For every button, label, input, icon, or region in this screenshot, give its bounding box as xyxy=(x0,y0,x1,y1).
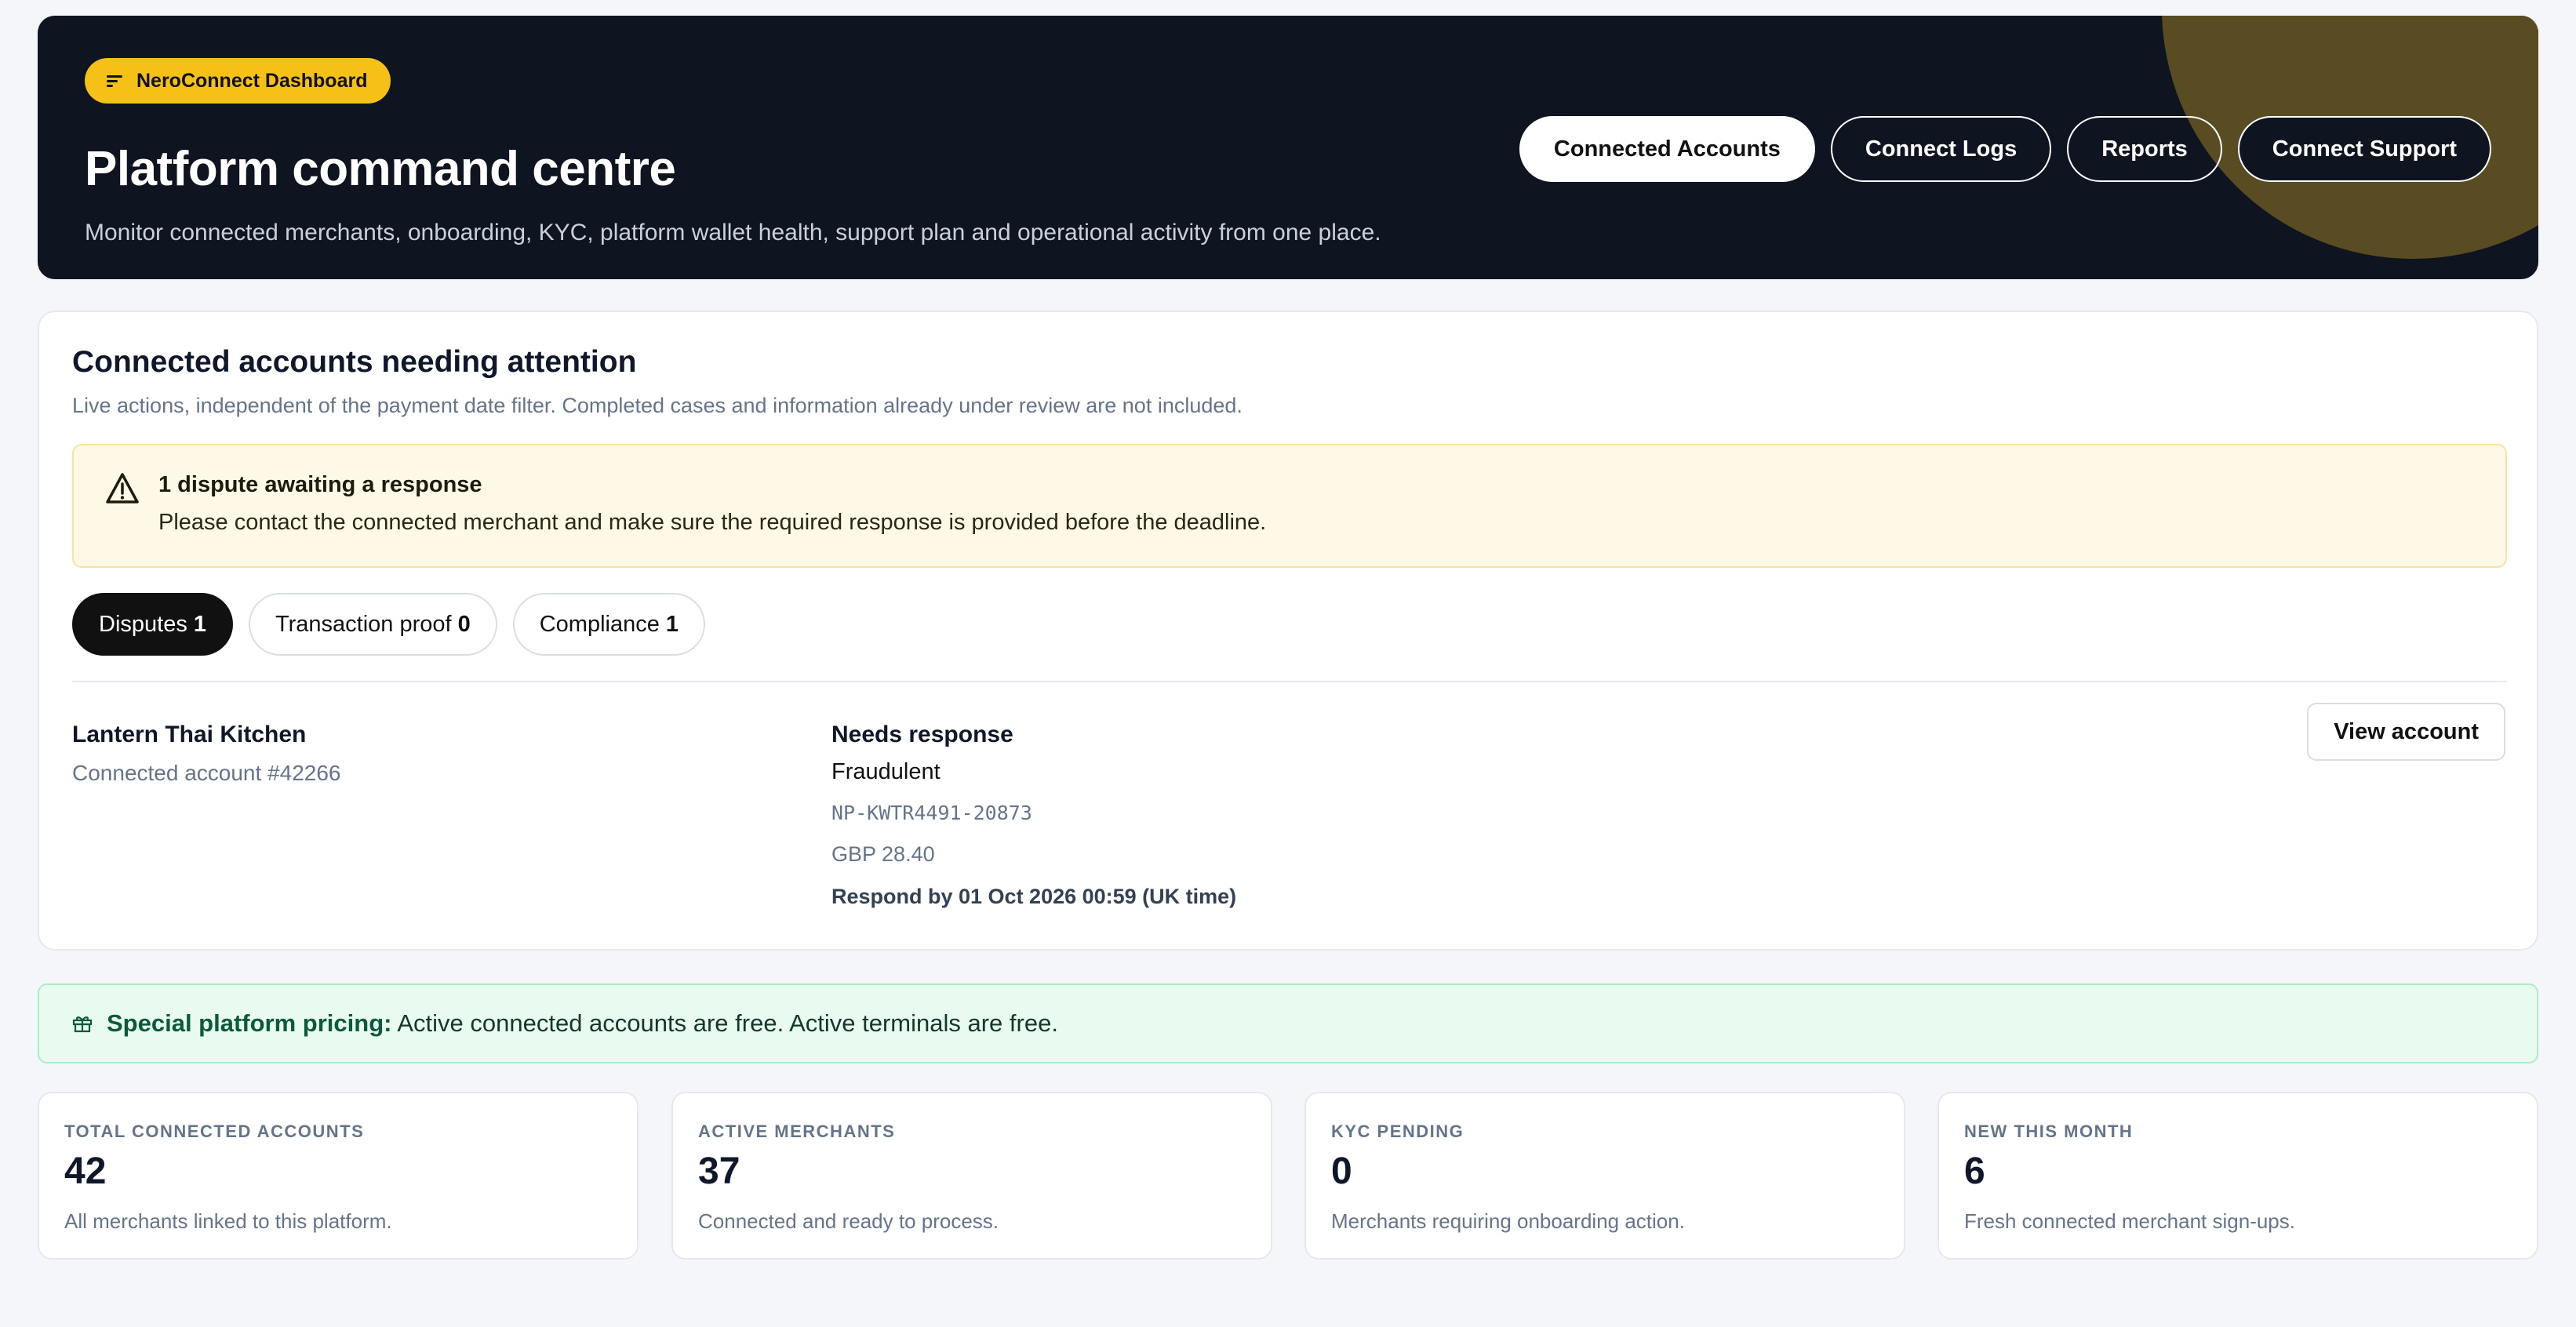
merchant-account-id: Connected account #42266 xyxy=(72,761,341,785)
stat-value: 0 xyxy=(1331,1151,1352,1192)
hero-actions: Connected Accounts Connect Logs Reports … xyxy=(1519,116,2491,182)
tab-label: Disputes xyxy=(99,611,187,637)
attention-tabs: Disputes 1 Transaction proof 0 Complianc… xyxy=(72,593,705,656)
page-title: Platform command centre xyxy=(85,142,676,196)
divider xyxy=(72,681,2507,682)
stat-description: Connected and ready to process. xyxy=(698,1209,999,1233)
warning-icon xyxy=(106,473,139,504)
stat-description: Merchants requiring onboarding action. xyxy=(1331,1209,1685,1233)
tab-label: Compliance xyxy=(539,611,660,637)
stat-card-active-merchants: ACTIVE MERCHANTS 37 Connected and ready … xyxy=(671,1092,1272,1260)
dispute-amount: GBP 28.40 xyxy=(831,842,935,866)
stat-label: TOTAL CONNECTED ACCOUNTS xyxy=(64,1122,365,1141)
pricing-banner: Special platform pricing: Active connect… xyxy=(38,983,2538,1063)
stat-label: ACTIVE MERCHANTS xyxy=(698,1122,896,1141)
tab-count: 1 xyxy=(665,611,679,637)
connect-support-button[interactable]: Connect Support xyxy=(2237,116,2491,182)
stat-card-total-accounts: TOTAL CONNECTED ACCOUNTS 42 All merchant… xyxy=(38,1092,639,1260)
tab-disputes[interactable]: Disputes 1 xyxy=(72,593,233,656)
attention-card: Connected accounts needing attention Liv… xyxy=(38,311,2538,951)
gift-icon xyxy=(72,1016,93,1033)
tab-compliance[interactable]: Compliance 1 xyxy=(512,593,705,656)
page-subtitle: Monitor connected merchants, onboarding,… xyxy=(85,220,1381,245)
dispute-deadline: Respond by 01 Oct 2026 00:59 (UK time) xyxy=(831,885,1237,908)
attention-title: Connected accounts needing attention xyxy=(72,345,637,379)
stat-value: 6 xyxy=(1964,1151,1985,1192)
tab-count: 0 xyxy=(457,611,471,637)
stat-label: KYC PENDING xyxy=(1331,1122,1464,1141)
filter-icon xyxy=(107,74,124,88)
dashboard-badge: NeroConnect Dashboard xyxy=(85,58,391,104)
stat-value: 42 xyxy=(64,1151,107,1192)
tab-label: Transaction proof xyxy=(275,611,452,637)
connected-accounts-button[interactable]: Connected Accounts xyxy=(1519,116,1815,182)
badge-label: NeroConnect Dashboard xyxy=(136,69,368,92)
alert-title: 1 dispute awaiting a response xyxy=(158,472,482,497)
dispute-reference: NP-KWTR4491-20873 xyxy=(831,802,1032,824)
stat-card-kyc-pending: KYC PENDING 0 Merchants requiring onboar… xyxy=(1304,1092,1905,1260)
connect-logs-button[interactable]: Connect Logs xyxy=(1830,116,2052,182)
dispute-reason: Fraudulent xyxy=(831,759,941,784)
pricing-text: Active connected accounts are free. Acti… xyxy=(397,1009,1058,1037)
view-account-button[interactable]: View account xyxy=(2307,703,2505,761)
stat-label: NEW THIS MONTH xyxy=(1964,1122,2134,1141)
reports-button[interactable]: Reports xyxy=(2067,116,2222,182)
merchant-name: Lantern Thai Kitchen xyxy=(72,722,307,747)
tab-transaction-proof[interactable]: Transaction proof 0 xyxy=(248,593,497,656)
hero-header: NeroConnect Dashboard Platform command c… xyxy=(38,16,2538,279)
pricing-label: Special platform pricing: xyxy=(107,1009,392,1037)
alert-text: Please contact the connected merchant an… xyxy=(158,510,1267,535)
stat-card-new-this-month: NEW THIS MONTH 6 Fresh connected merchan… xyxy=(1937,1092,2538,1260)
attention-subtitle: Live actions, independent of the payment… xyxy=(72,394,1243,417)
dispute-alert: 1 dispute awaiting a response Please con… xyxy=(72,444,2507,568)
stat-value: 37 xyxy=(698,1151,740,1192)
tab-count: 1 xyxy=(193,611,206,637)
dispute-status: Needs response xyxy=(831,722,1013,747)
stat-description: Fresh connected merchant sign-ups. xyxy=(1964,1209,2295,1233)
stat-description: All merchants linked to this platform. xyxy=(64,1209,392,1233)
